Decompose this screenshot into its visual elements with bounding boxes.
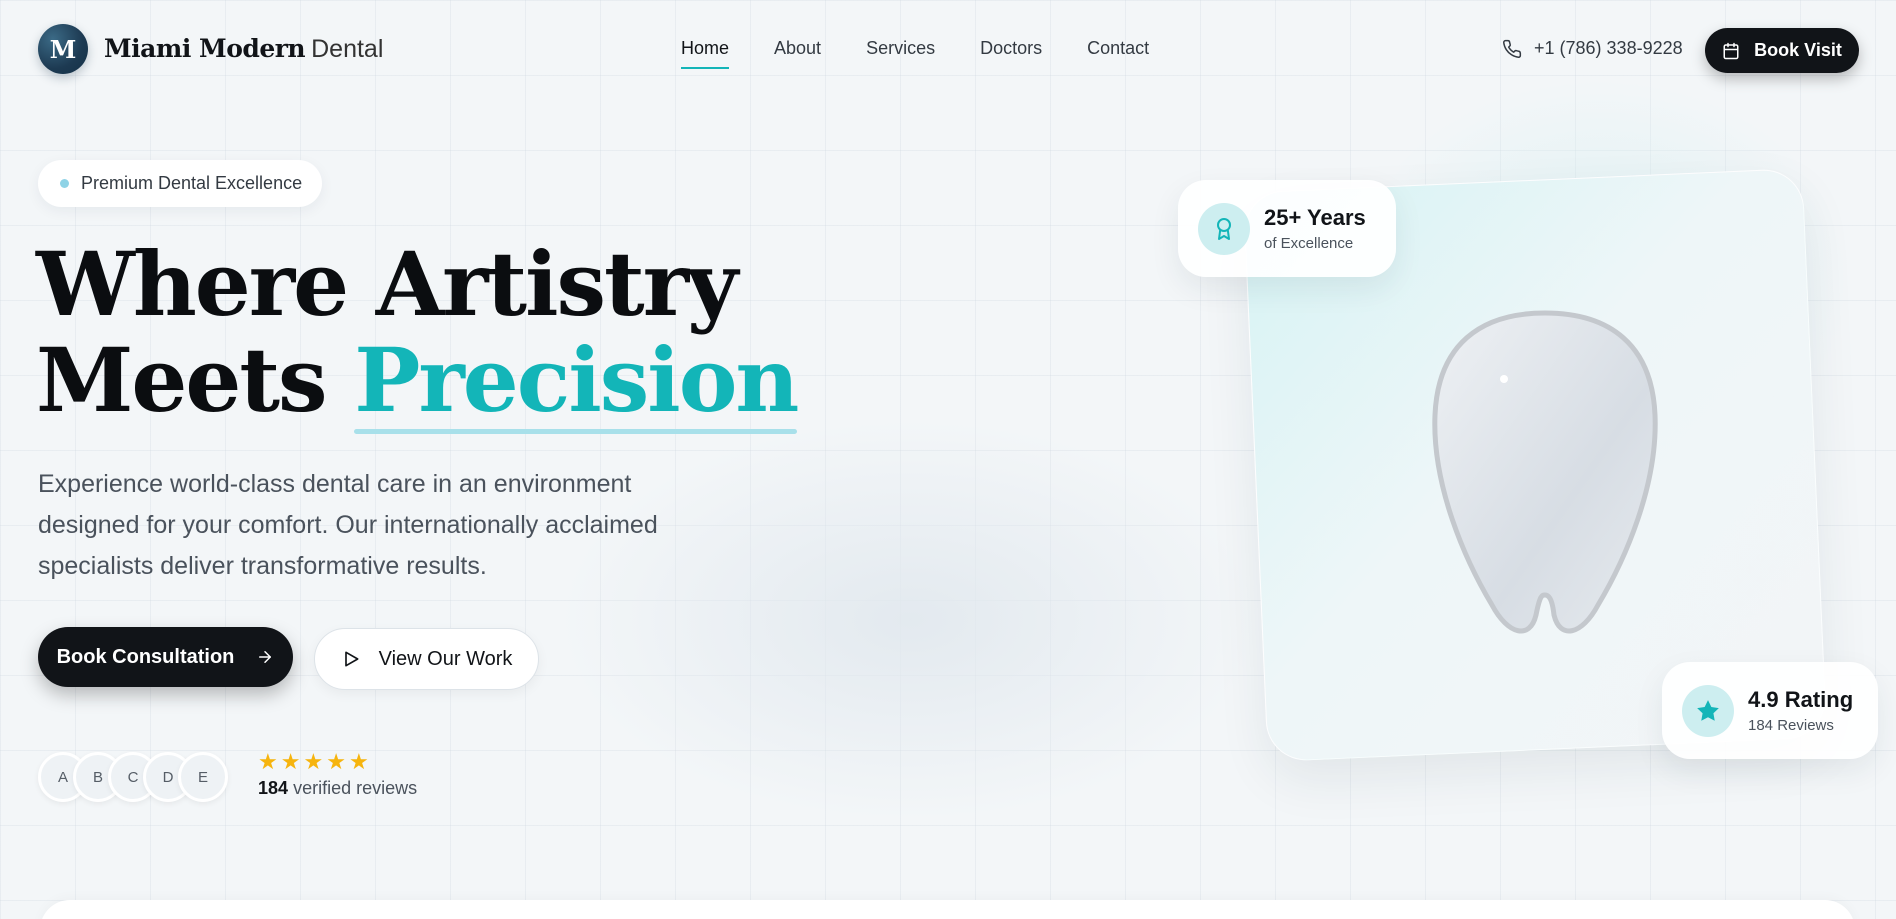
star-icon: ★ xyxy=(258,749,278,774)
reviewer-avatars: A B C D E xyxy=(38,752,228,802)
rating-subtitle: 184 Reviews xyxy=(1748,717,1834,734)
nav-link-services[interactable]: Services xyxy=(866,38,935,69)
avatar: E xyxy=(178,752,228,802)
arrow-right-icon xyxy=(259,651,272,663)
years-subtitle: of Excellence xyxy=(1264,235,1354,252)
star-icon: ★ xyxy=(326,749,346,774)
book-consultation-label: Book Consultation xyxy=(56,645,235,668)
brand-name: Miami Modern Dental xyxy=(104,34,383,64)
view-our-work-label: View Our Work xyxy=(378,647,513,670)
next-section-card xyxy=(40,900,1855,919)
phone-icon xyxy=(1503,39,1522,58)
years-badge: 25+ Years of Excellence xyxy=(1178,180,1396,277)
pill-dot xyxy=(60,179,69,188)
nav-link-contact[interactable]: Contact xyxy=(1087,38,1149,69)
book-consultation-button[interactable]: Book Consultation xyxy=(38,627,293,687)
review-count: 184 xyxy=(258,778,289,798)
nav-link-home[interactable]: Home xyxy=(681,38,730,69)
hero-headline: Where Artistry Meets Precision xyxy=(36,236,799,434)
award-icon xyxy=(1198,202,1250,255)
book-visit-label: Book Visit xyxy=(1754,40,1842,60)
rating-title: 4.9 Rating xyxy=(1748,687,1854,712)
view-our-work-button[interactable]: View Our Work xyxy=(314,628,539,690)
phone-link[interactable]: +1 (786) 338-9228 xyxy=(1502,38,1683,59)
brand-name-light: Dental xyxy=(311,35,384,63)
book-visit-button[interactable]: Book Visit xyxy=(1705,28,1859,73)
years-title: 25+ Years xyxy=(1264,205,1366,230)
headline-line-1: Where Artistry xyxy=(36,232,738,336)
hero-pill-badge: Premium Dental Excellence xyxy=(38,160,323,207)
star-icon: ★ xyxy=(348,749,369,774)
tooth-illustration xyxy=(1432,310,1658,634)
top-navbar: M Miami Modern Dental Home About Services… xyxy=(0,0,1896,100)
nav-link-about[interactable]: About xyxy=(774,38,821,69)
review-suffix: verified reviews xyxy=(293,778,418,798)
calendar-icon xyxy=(1723,42,1739,59)
play-icon xyxy=(344,651,359,667)
star-icon: ★ xyxy=(280,749,301,774)
headline-line-2-prefix: Meets xyxy=(36,328,328,432)
star-icon xyxy=(1682,684,1734,737)
rating-badge: 4.9 Rating 184 Reviews xyxy=(1662,662,1878,759)
brand-logo[interactable]: M Miami Modern Dental xyxy=(38,24,383,74)
phone-number: +1 (786) 338-9228 xyxy=(1534,38,1683,58)
hero-description: Experience world-class dental care in an… xyxy=(38,470,658,580)
headline-accent: Precision xyxy=(354,328,799,434)
verified-reviews: 184 verified reviews xyxy=(258,778,417,799)
brand-name-bold: Miami Modern xyxy=(104,34,306,63)
rating-stars: ★ ★ ★ ★ ★ xyxy=(258,751,369,773)
nav-link-doctors[interactable]: Doctors xyxy=(980,38,1042,69)
star-icon: ★ xyxy=(303,749,324,774)
main-nav: Home About Services Doctors Contact xyxy=(681,38,1194,69)
logo-mark: M xyxy=(38,24,88,74)
pill-label: Premium Dental Excellence xyxy=(81,173,303,193)
